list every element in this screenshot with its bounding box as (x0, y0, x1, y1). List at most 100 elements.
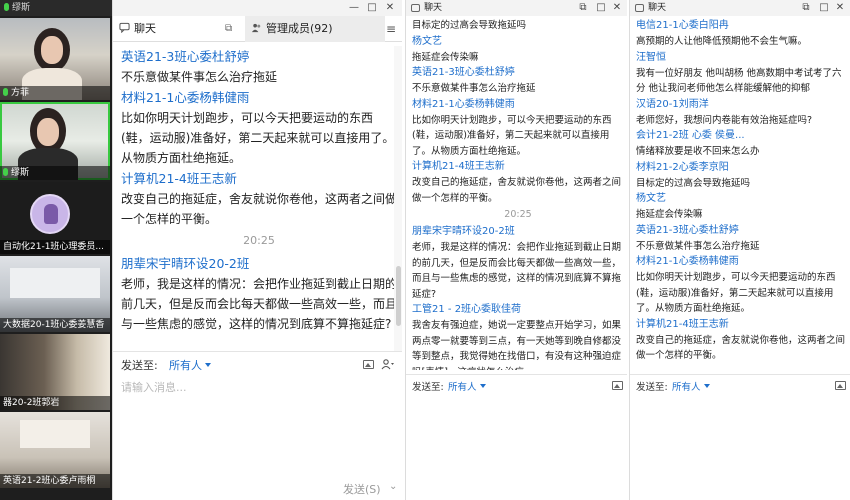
message-item: 汉语20-1刘雨洋 老师您好，我想问内卷能有效治拖延症吗? (636, 97, 848, 129)
message-text: 比如你明天计划跑步，可以今天把要运动的东西(鞋，运动服)准备好，第二天起来就可以… (121, 111, 395, 165)
tab-members[interactable]: 管理成员(92) (245, 16, 385, 42)
message-list[interactable]: 目标定的过高会导致拖延吗 杨文艺 拖延症会传染嘛 英语21-3班心委杜舒婷 不乐意做某件… (412, 18, 624, 370)
chat-panel-3: 聊天 ⧉ □ ✕ 电信21-1心委白阳冉 高预期的人让他降低预期他不会生气嘛。 汪智… (629, 0, 850, 500)
message-text: 不乐意做某件事怎么治疗拖延 (412, 83, 536, 94)
message-sender[interactable]: 材料21-1心委杨韩健雨 (121, 87, 397, 108)
image-icon[interactable] (363, 360, 374, 369)
message-text: 不乐意做某件事怎么治疗拖延 (121, 70, 278, 84)
message-sender[interactable]: 计算机21-4班王志新 (636, 317, 848, 333)
message-timestamp: 20:25 (504, 209, 532, 220)
message-item: 英语21-3班心委杜舒婷 不乐意做某件事怎么治疗拖延 (636, 223, 848, 255)
message-sender[interactable]: 材料21-1心委杨韩健雨 (636, 254, 848, 270)
message-item: 杨文艺拖延症会传染嘛 (636, 191, 848, 223)
message-list[interactable]: 英语21-3班心委杜舒婷不乐意做某件事怎么治疗拖延材料21-1心委杨韩健雨比如你… (121, 46, 397, 351)
message-item: 材料21-1心委杨韩健雨比如你明天计划跑步，可以今天把要运动的东西(鞋，运动服)… (121, 87, 397, 168)
message-item: 朋辈宋宇晴环设20-2班老师，我是这样的情况：会把作业拖延到截止日期的前几天，但… (121, 253, 397, 334)
message-sender[interactable]: 计算机21-4班王志新 (121, 168, 397, 189)
message-sender[interactable]: 电信21-1心委白阳冉 (636, 18, 848, 34)
message-text: 目标定的过高会导致拖延吗 (636, 177, 751, 189)
message-item: 材料21-1心委杨韩健雨 比如你明天计划跑步，可以今天把要运动的东西(鞋，运动服)… (636, 254, 848, 317)
send-to-dropdown[interactable]: 所有人 (169, 357, 211, 373)
close-icon[interactable]: ✕ (382, 0, 398, 16)
video-tile[interactable]: 自动化21-1班心理委员... (0, 182, 110, 254)
message-text: 改变自己的拖延症，舍友就说你卷他，这两者之间做一个怎样的平衡。 (412, 177, 622, 204)
composer: 发送至: 所有人 请输入消息... 发送(S) ⌄ (113, 351, 402, 500)
message-text: 我舍友有强迫症，她说一定要整点开始学习，如果两点零一就要等到三点，有一天她等到晚… (412, 320, 622, 370)
composer: 发送至: 所有人 (406, 374, 627, 500)
mic-icon (3, 168, 8, 176)
close-icon[interactable]: ✕ (832, 0, 848, 16)
message-input[interactable]: 请输入消息... (121, 379, 187, 395)
video-tile-label: 大数据20-1班心委姜慧香 (0, 318, 110, 332)
maximize-icon[interactable]: □ (816, 0, 832, 16)
scrollbar-thumb[interactable] (396, 266, 401, 326)
message-sender[interactable]: 材料21-2心委李京阳 (636, 160, 848, 176)
video-tile[interactable]: 器20-2班郭岩 (0, 334, 110, 410)
video-tile[interactable]: 方菲 (0, 18, 110, 100)
send-to-dropdown[interactable]: 所有人 (672, 379, 710, 393)
panel-title: 聊天 (424, 3, 443, 13)
current-speaker-label: 缪斯 (12, 3, 31, 13)
send-to-value: 所有人 (672, 382, 701, 393)
video-tile-active[interactable]: 缪斯 (0, 102, 110, 180)
message-text: 不乐意做某件事怎么治疗拖延 (636, 240, 760, 252)
message-text: 改变自己的拖延症，舍友就说你卷他，这两者之间做一个怎样的平衡。 (636, 334, 846, 362)
image-icon[interactable] (612, 381, 623, 390)
message-sender[interactable]: 材料21-1心委杨韩健雨 (412, 97, 624, 113)
message-text: 老师您好，我想问内卷能有效治拖延症吗? (636, 114, 813, 126)
message-item: 目标定的过高会导致拖延吗 (412, 18, 624, 34)
message-sender[interactable]: 英语21-3班心委杜舒婷 (412, 65, 624, 81)
message-item: 杨文艺 拖延症会传染嘛 (412, 34, 624, 66)
message-sender[interactable]: 英语21-3班心委杜舒婷 (636, 223, 848, 239)
message-sender[interactable]: 汪智恒 (636, 50, 848, 66)
message-sender[interactable]: 工管21 - 2班心委耿佳荷 (412, 302, 624, 318)
close-icon[interactable]: ✕ (609, 0, 625, 16)
chat-bubble-icon (635, 4, 644, 12)
message-sender[interactable]: 朋辈宋宇晴环设20-2班 (121, 253, 397, 274)
message-item: 电信21-1心委白阳冉 高预期的人让他降低预期他不会生气嘛。 (636, 18, 848, 50)
send-to-dropdown[interactable]: 所有人 (448, 379, 486, 393)
avatar (30, 194, 70, 234)
video-tile-label: 缪斯 (0, 166, 110, 180)
window-titlebar: 聊天 ⧉ □ ✕ (406, 0, 627, 16)
message-item: 工管21 - 2班心委耿佳荷我舍友有强迫症，她说一定要整点开始学习，如果两点零一… (412, 302, 624, 370)
message-text: 拖延症会传染嘛 (636, 209, 703, 220)
chevron-down-icon[interactable]: ⌄ (389, 481, 397, 492)
participant-name: 方菲 (11, 88, 30, 98)
message-text: 老师，我是这样的情况：会把作业拖延到截止日期的前几天，但是反而会比每天都做一些高… (121, 277, 397, 331)
composer: 发送至: 所有人 (630, 374, 850, 500)
send-to-value: 所有人 (169, 359, 202, 372)
message-item: 英语21-3班心委杜舒婷不乐意做某件事怎么治疗拖延 (412, 65, 624, 97)
message-list[interactable]: 电信21-1心委白阳冉 高预期的人让他降低预期他不会生气嘛。 汪智恒 我有一位好朋友 … (636, 18, 848, 370)
video-tile[interactable]: 英语21-2班心委卢雨桐 (0, 412, 110, 488)
window-titlebar: — □ ✕ (113, 0, 402, 16)
participant-face (41, 36, 63, 64)
people-icon[interactable] (381, 358, 395, 370)
tab-chat[interactable]: 聊天 ⧉ (113, 16, 243, 42)
message-sender[interactable]: 英语21-3班心委杜舒婷 (121, 46, 397, 67)
minimize-icon[interactable]: — (346, 0, 362, 16)
scrollbar[interactable] (394, 46, 402, 351)
maximize-icon[interactable]: □ (364, 0, 380, 16)
popout-icon[interactable]: ⧉ (575, 0, 591, 16)
send-button[interactable]: 发送(S) (343, 481, 381, 497)
popout-icon[interactable]: ⧉ (225, 16, 232, 42)
message-text: 改变自己的拖延症，舍友就说你卷他，这两者之间做一个怎样的平衡。 (121, 192, 397, 226)
image-icon[interactable] (835, 381, 846, 390)
menu-icon[interactable]: ≡ (386, 16, 396, 42)
message-sender[interactable]: 杨文艺 (412, 34, 624, 50)
maximize-icon[interactable]: □ (593, 0, 609, 16)
popout-icon[interactable]: ⧉ (798, 0, 814, 16)
message-sender[interactable]: 朋辈宋宇晴环设20-2班 (412, 224, 624, 240)
message-text: 目标定的过高会导致拖延吗 (412, 20, 527, 31)
message-text: 我有一位好朋友 他叫胡杨 他高数期中考试考了六分 他让我问老师他怎么样能缓解他的… (636, 67, 842, 95)
message-sender[interactable]: 会计21-2班 心委 侯曼... (636, 128, 848, 144)
message-sender[interactable]: 汉语20-1刘雨洋 (636, 97, 848, 113)
chevron-down-icon (479, 384, 486, 388)
video-tile[interactable]: 大数据20-1班心委姜慧香 (0, 256, 110, 332)
message-sender[interactable]: 计算机21-4班王志新 (412, 159, 624, 175)
send-to-label: 发送至: (121, 359, 158, 372)
message-text: 拖延症会传染嘛 (412, 51, 479, 63)
message-sender[interactable]: 杨文艺 (636, 191, 848, 207)
message-item: 计算机21-4班王志新改变自己的拖延症，舍友就说你卷他，这两者之间做一个怎样的平… (121, 168, 397, 229)
